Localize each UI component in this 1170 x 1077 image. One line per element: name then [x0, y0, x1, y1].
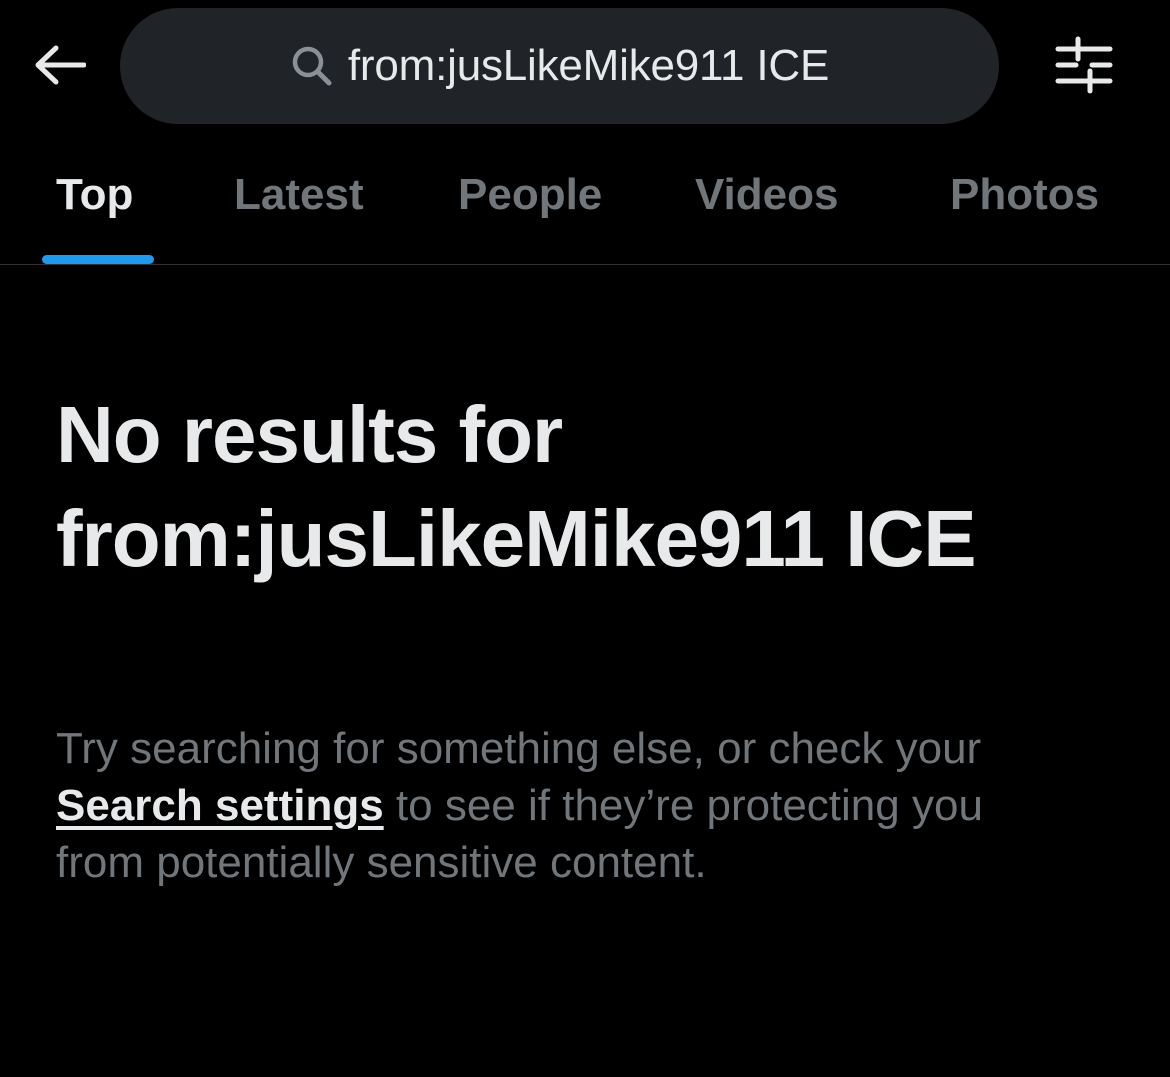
empty-state-description: Try searching for something else, or che… — [56, 720, 1056, 891]
search-input[interactable]: from:jusLikeMike911 ICE — [120, 8, 999, 124]
empty-state-title: No results for from:jusLikeMike911 ICE — [56, 390, 977, 583]
sliders-icon — [1054, 36, 1114, 99]
tab-videos[interactable]: Videos — [695, 170, 838, 230]
top-bar: from:jusLikeMike911 ICE — [0, 0, 1170, 134]
tab-latest[interactable]: Latest — [234, 170, 364, 230]
search-query: from:jusLikeMike911 ICE — [347, 41, 830, 90]
search-icon — [290, 44, 334, 88]
back-button[interactable] — [28, 38, 92, 96]
tab-photos[interactable]: Photos — [950, 170, 1099, 230]
search-tabs: Top Latest People Videos Photos — [0, 150, 1170, 265]
tab-people[interactable]: People — [458, 170, 602, 230]
description-text: Try searching for something else, or che… — [56, 724, 982, 773]
tab-top[interactable]: Top — [56, 170, 133, 230]
active-tab-indicator — [42, 255, 154, 264]
arrow-left-icon — [34, 45, 87, 90]
search-filter-button[interactable] — [1050, 36, 1118, 98]
search-settings-link[interactable]: Search settings — [56, 781, 384, 830]
